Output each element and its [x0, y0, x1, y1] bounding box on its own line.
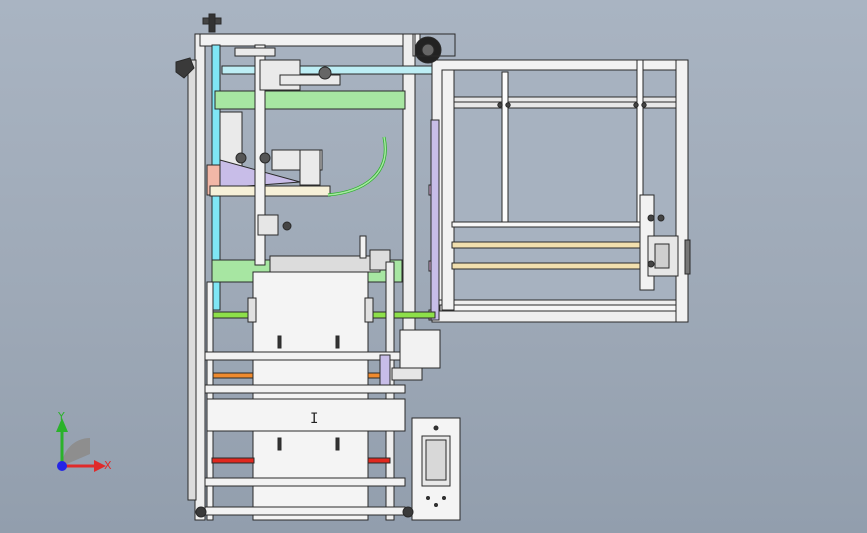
cad-model-drawing[interactable]: I: [0, 0, 867, 533]
coordinate-triad: Y X: [48, 410, 118, 480]
triad-graphic: Y X: [56, 410, 112, 472]
main-frame-assembly: I: [175, 13, 461, 521]
triad-y-label: Y: [57, 410, 65, 423]
right-frame-assembly: [428, 59, 691, 323]
triad-x-label: X: [104, 459, 112, 472]
center-part-label: I: [310, 411, 318, 427]
cad-viewport[interactable]: I Y X: [0, 0, 867, 533]
